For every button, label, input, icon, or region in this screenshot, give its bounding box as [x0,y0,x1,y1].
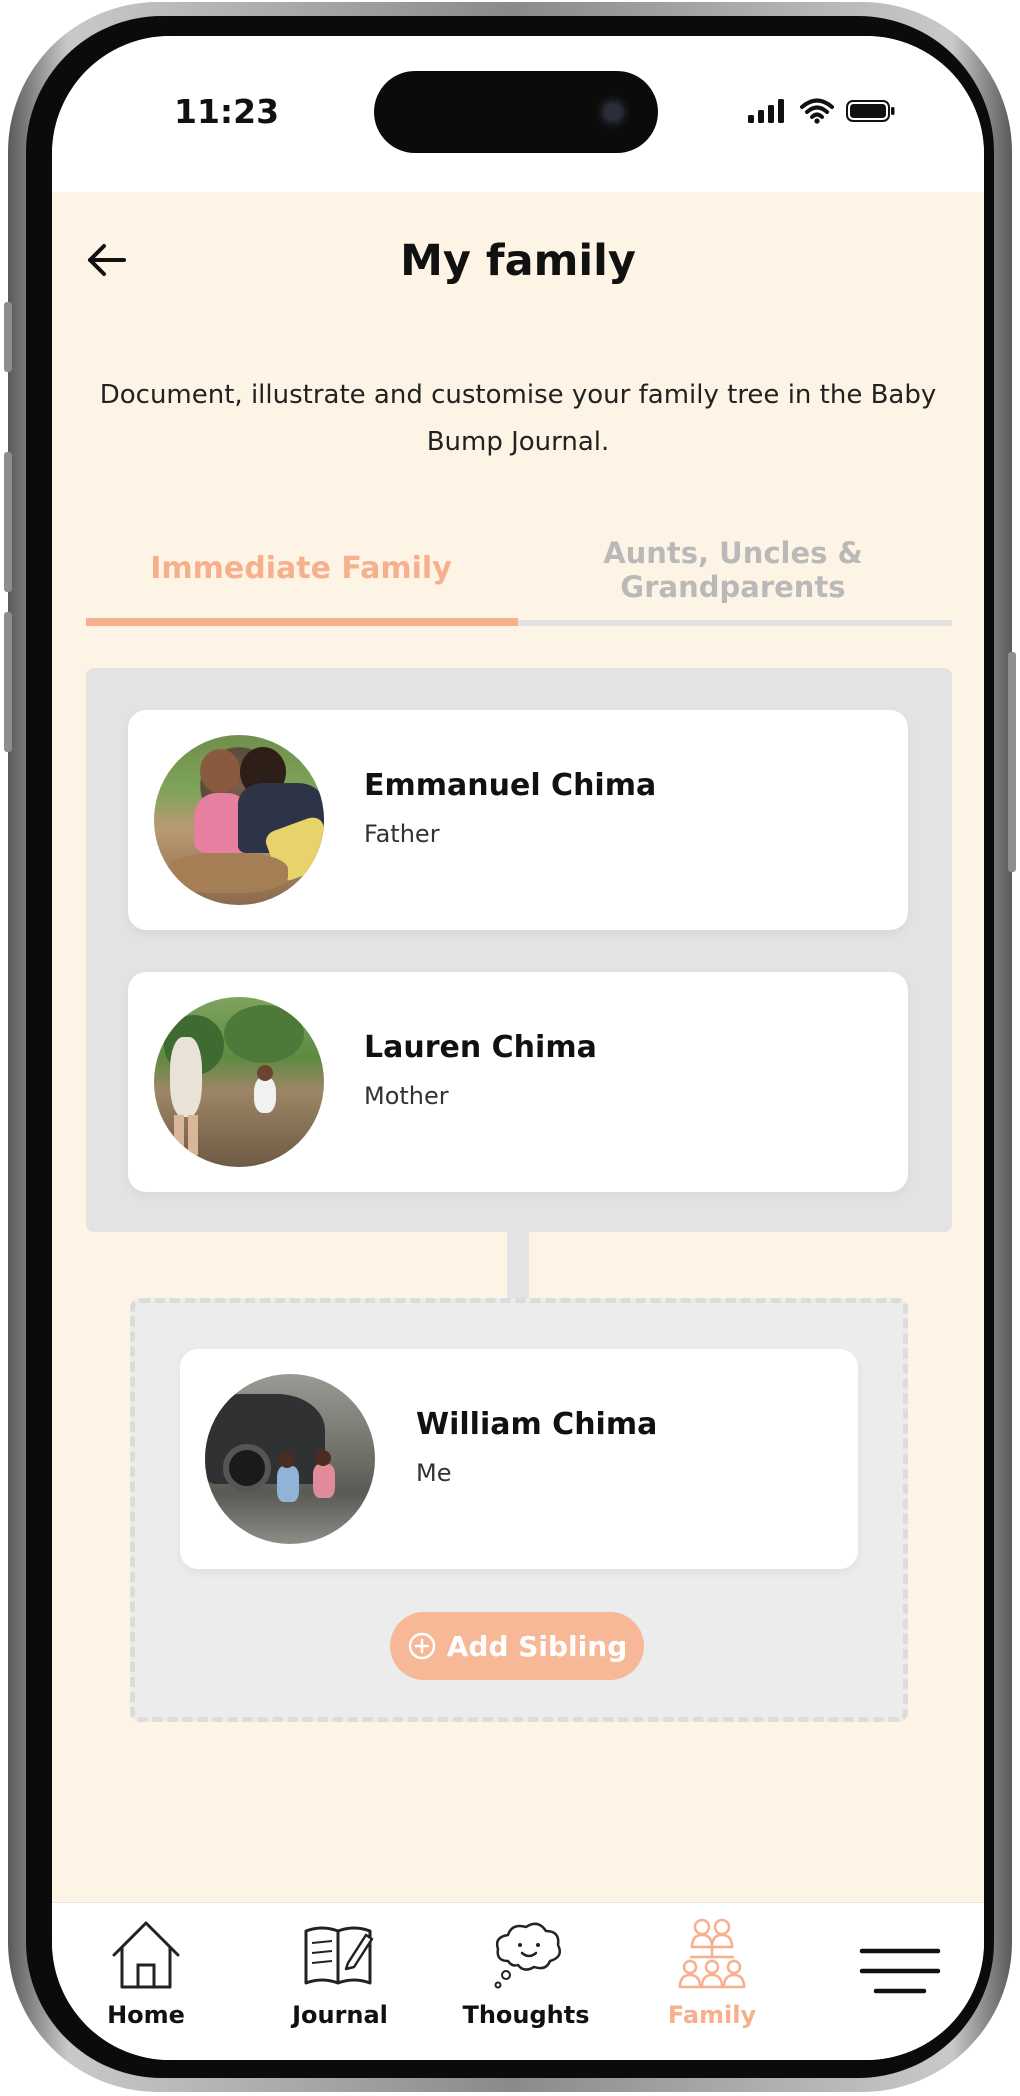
menu-icon [859,1948,941,1994]
father-avatar [154,735,324,905]
member-name: Emmanuel Chima [364,768,657,803]
add-circle-icon [408,1632,435,1660]
nav-item-journal[interactable]: Journal [260,1917,420,2029]
status-icons [748,98,896,124]
member-role: Mother [364,1082,449,1110]
nav-item-family[interactable]: Family [632,1917,792,2029]
nav-label-home: Home [107,2001,185,2029]
parents-group: Emmanuel Chima Father Lauren Chima Mothe… [86,668,952,1232]
wifi-icon [800,98,834,124]
nav-label-thoughts: Thoughts [462,2001,590,2029]
nav-item-home[interactable]: Home [66,1917,226,2029]
volume-up-button [4,452,12,592]
thoughts-icon [494,1922,561,1989]
family-member-card-me[interactable]: William Chima Me [180,1349,858,1569]
intro-text: Document, illustrate and customise your … [99,380,937,457]
silent-switch [4,302,12,372]
camera-icon [596,95,630,129]
family-icon [678,1918,746,1989]
volume-down-button [4,612,12,752]
battery-icon [846,100,895,122]
member-name: Lauren Chima [364,1030,597,1065]
nav-label-family: Family [667,2001,757,2029]
tree-connector [507,1232,529,1298]
power-button [1008,652,1016,872]
screen: 11:23 My family Document, illustrate and… [52,36,984,2060]
family-member-card-mother[interactable]: Lauren Chima Mother [128,972,908,1192]
member-role: Me [416,1459,452,1487]
page-title: My family [400,236,636,286]
member-role: Father [364,820,440,848]
phone-frame: 11:23 My family Document, illustrate and… [4,2,1016,2092]
signal-icon [748,99,784,123]
member-name: William Chima [416,1407,658,1442]
add-sibling-label: Add Sibling [446,1629,628,1663]
add-sibling-button[interactable]: Add Sibling [390,1612,644,1680]
family-member-card-father[interactable]: Emmanuel Chima Father [128,710,908,930]
status-time: 11:23 [174,92,280,131]
tab-track [518,620,952,626]
home-icon [112,1921,180,1989]
nav-item-menu[interactable] [820,1943,980,1999]
me-avatar [205,1374,375,1544]
journal-icon [304,1926,374,1985]
family-page: My family Document, illustrate and custo… [52,192,984,1902]
status-bar: 11:23 [52,36,984,192]
dynamic-island [374,71,658,153]
tab-aunts-uncles-grandparents[interactable]: Aunts, Uncles & Grandparents [518,536,948,604]
nav-item-thoughts[interactable]: Thoughts [446,1917,606,2029]
tab-active-indicator [86,618,518,626]
tab-immediate-family[interactable]: Immediate Family [86,552,516,586]
mother-avatar [154,997,324,1167]
bottom-nav: Home Journal Thoughts Family [52,1902,984,2060]
nav-label-journal: Journal [292,2001,388,2029]
